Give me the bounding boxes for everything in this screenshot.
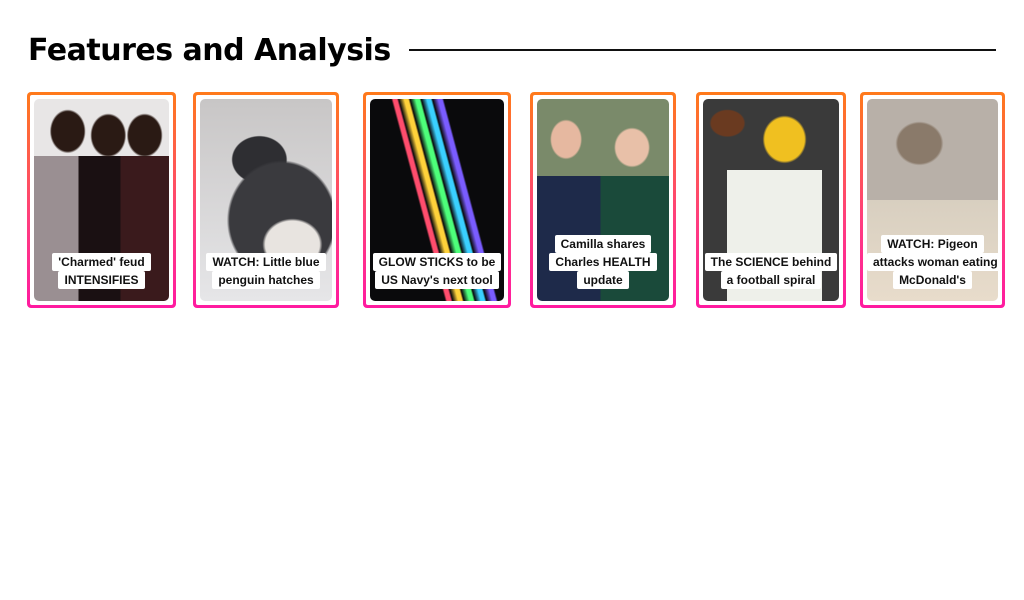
card-caption: GLOW STICKS to be US Navy's next tool bbox=[372, 253, 502, 289]
card-image: The SCIENCE behind a football spiral bbox=[703, 99, 839, 301]
divider bbox=[408, 49, 996, 51]
card-image: 'Charmed' feud INTENSIFIES bbox=[34, 99, 169, 301]
section-header: Features and Analysis bbox=[28, 30, 996, 70]
feature-card[interactable]: GLOW STICKS to be US Navy's next tool bbox=[363, 92, 511, 308]
card-image: WATCH: Pigeon attacks woman eating McDon… bbox=[867, 99, 998, 301]
card-caption: WATCH: Little blue penguin hatches bbox=[206, 253, 326, 289]
card-caption: The SCIENCE behind a football spiral bbox=[704, 253, 838, 289]
feature-card[interactable]: 'Charmed' feud INTENSIFIES bbox=[27, 92, 176, 308]
feature-card[interactable]: WATCH: Little blue penguin hatches bbox=[193, 92, 339, 308]
card-caption: 'Charmed' feud INTENSIFIES bbox=[52, 253, 151, 289]
card-caption: WATCH: Pigeon attacks woman eating McDon… bbox=[867, 235, 998, 289]
card-image: WATCH: Little blue penguin hatches bbox=[200, 99, 332, 301]
feature-card[interactable]: Camilla shares Charles HEALTH update bbox=[530, 92, 676, 308]
feature-card[interactable]: The SCIENCE behind a football spiral bbox=[696, 92, 846, 308]
card-image: Camilla shares Charles HEALTH update bbox=[537, 99, 669, 301]
feature-card[interactable]: WATCH: Pigeon attacks woman eating McDon… bbox=[860, 92, 1005, 308]
card-image: GLOW STICKS to be US Navy's next tool bbox=[370, 99, 504, 301]
card-caption: Camilla shares Charles HEALTH update bbox=[549, 235, 657, 289]
section-title: Features and Analysis bbox=[28, 32, 391, 68]
